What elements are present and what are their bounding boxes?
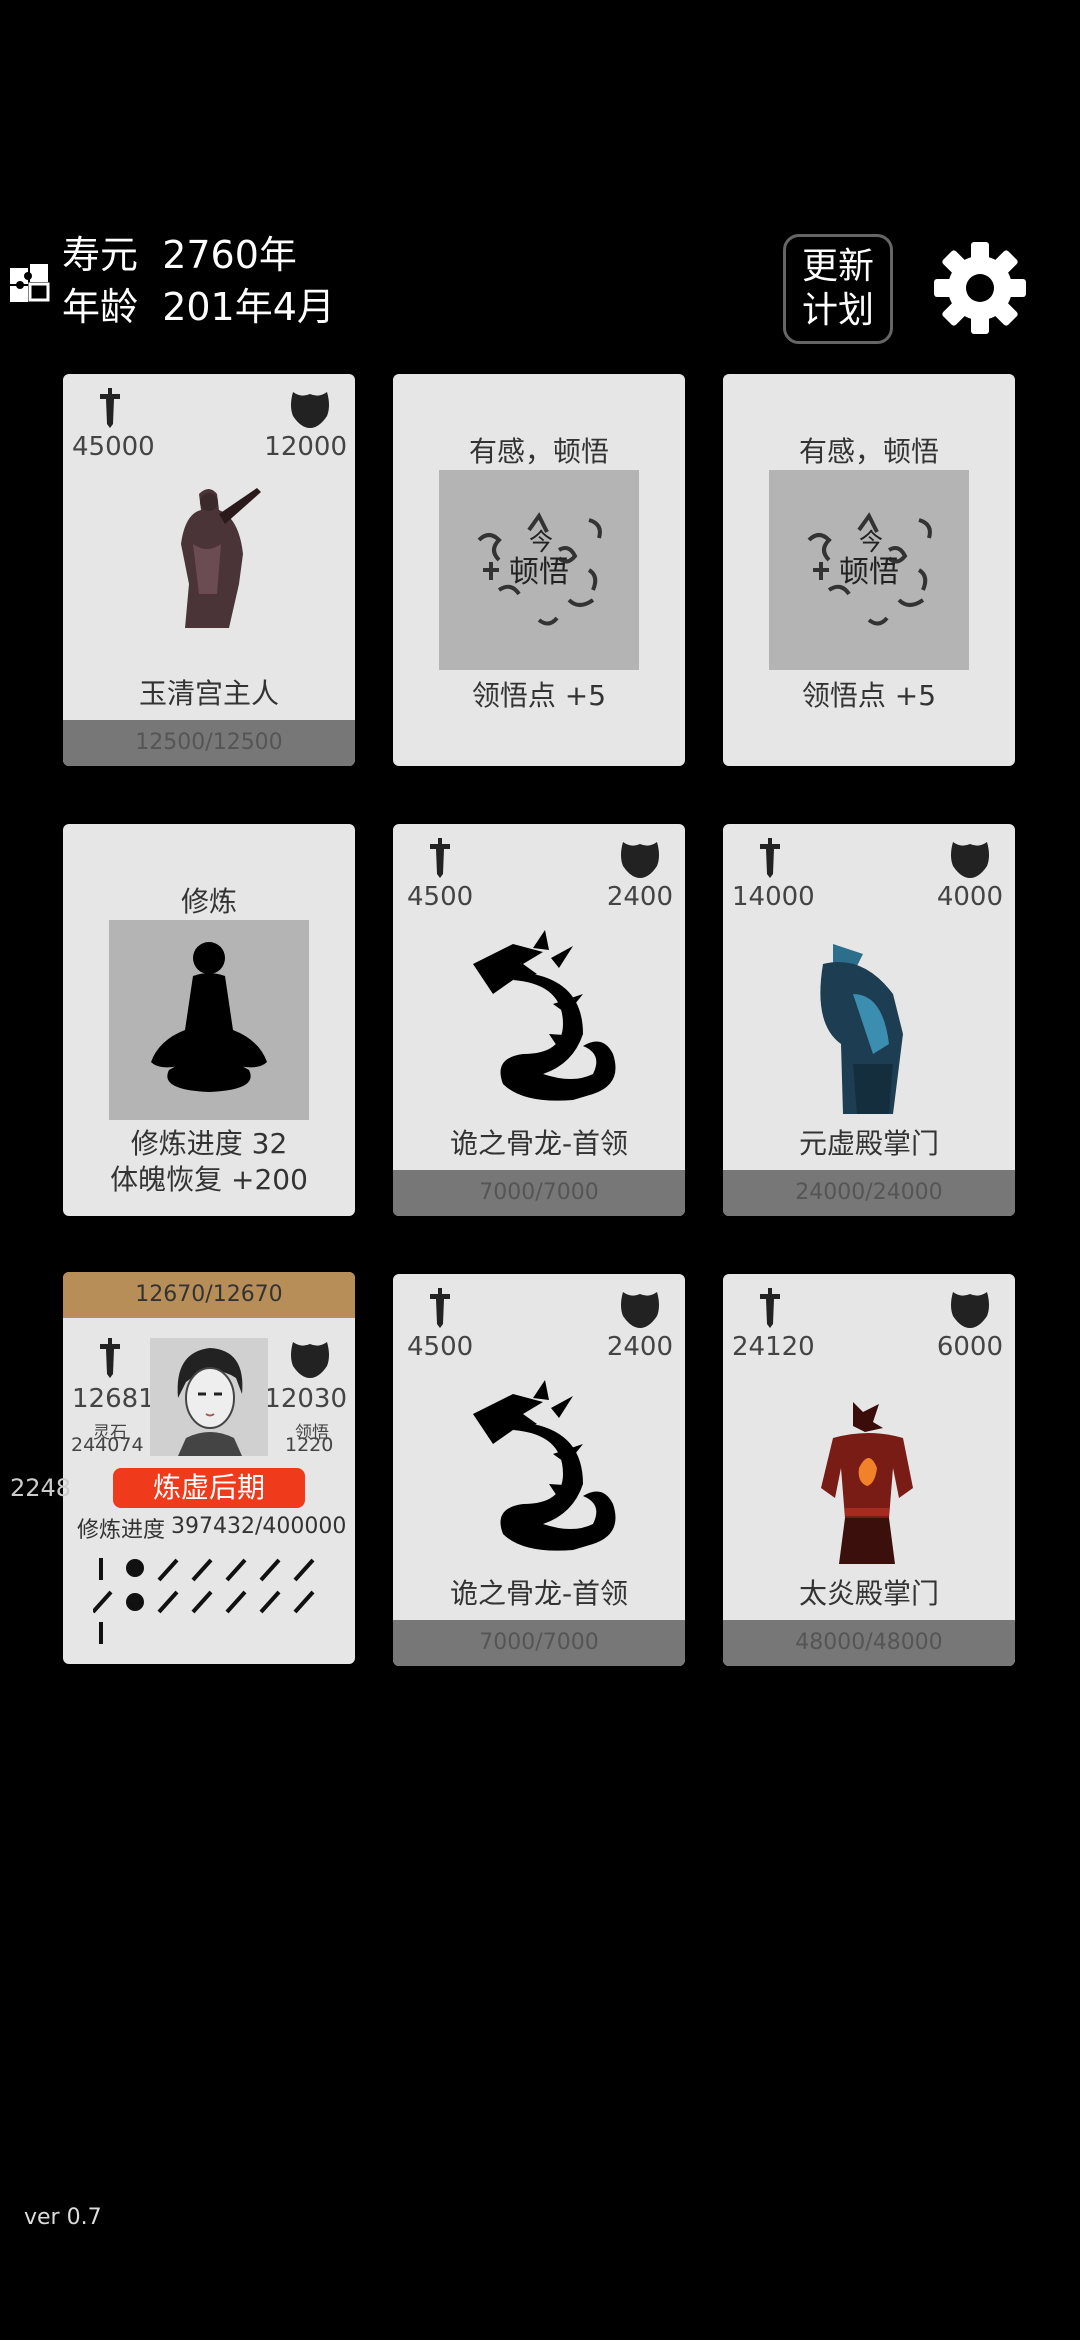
hp-bar: 48000/48000 (723, 1620, 1015, 1666)
attack-value: 45000 (72, 432, 155, 462)
bone-dragon-portrait (473, 930, 616, 1101)
svg-text:顿悟: 顿悟 (839, 555, 899, 590)
attack-value: 4500 (407, 882, 474, 912)
player-card[interactable]: 12670/12670 12681 12030 灵石 244074 领悟 122… (63, 1272, 355, 1664)
svg-text:顿悟: 顿悟 (509, 555, 569, 590)
cultivator-portrait (181, 488, 261, 628)
insight-card[interactable]: 有感，顿悟 顿悟 今 领悟点 +5 (393, 374, 685, 766)
shield-icon (951, 1292, 989, 1328)
cultivate-card[interactable]: 修炼 修炼进度 32 体魄恢复 +200 (63, 824, 355, 1216)
progress-value: 397432/400000 (171, 1514, 347, 1539)
update-plan-label: 更新 计划 (801, 246, 874, 331)
sword-icon (430, 1288, 450, 1328)
defense-value: 12030 (264, 1384, 347, 1414)
insight-effect: 领悟点 +5 (471, 679, 607, 712)
cultivate-title: 修炼 (180, 885, 237, 918)
avatar (150, 1338, 268, 1456)
version-label: ver 0.7 (24, 2205, 102, 2230)
shield-icon (621, 1292, 659, 1328)
lifespan-row: 寿元 2760年 (62, 232, 297, 278)
age-value: 201年4月 (162, 285, 335, 329)
cultivate-recover: 体魄恢复 +200 (110, 1163, 308, 1196)
side-number: 2248 (10, 1474, 72, 1502)
item-icons-grid (93, 1558, 315, 1644)
insight-effect: 领悟点 +5 (801, 679, 937, 712)
cultivate-progress: 修炼进度 32 (130, 1127, 288, 1160)
puzzle-icon[interactable] (8, 260, 52, 304)
svg-text:今: 今 (859, 528, 883, 556)
svg-text:今: 今 (529, 528, 553, 556)
enemy-card[interactable]: 14000 4000 元虚殿掌门 24000/24000 (723, 824, 1015, 1216)
insight-title: 有感，顿悟 (468, 435, 609, 468)
shield-icon (621, 842, 659, 878)
lifespan-value: 2760年 (162, 233, 297, 277)
stone-value: 244074 (71, 1434, 144, 1456)
flame-master-portrait (821, 1402, 913, 1564)
bone-dragon-portrait (473, 1380, 616, 1551)
insight-value: 1220 (285, 1434, 334, 1456)
sword-icon (430, 838, 450, 878)
enemy-card[interactable]: 45000 12000 玉清宫主人 12500/12500 (63, 374, 355, 766)
hp-bar: 12500/12500 (63, 720, 355, 766)
defense-value: 6000 (936, 1332, 1003, 1362)
gear-icon[interactable] (932, 240, 1028, 336)
sect-master-portrait (820, 944, 903, 1114)
meditation-image (109, 920, 309, 1120)
shield-icon (951, 842, 989, 878)
enemy-name: 太炎殿掌门 (798, 1577, 939, 1610)
sword-icon (760, 838, 780, 878)
player-hp-bar: 12670/12670 (63, 1272, 355, 1318)
hp-bar: 7000/7000 (393, 1170, 685, 1216)
sword-icon (760, 1288, 780, 1328)
insight-image: 顿悟 今 (769, 470, 969, 670)
enemy-name: 元虚殿掌门 (798, 1127, 939, 1160)
enemy-card[interactable]: 4500 2400 诡之骨龙-首领 7000/7000 (393, 1274, 685, 1666)
attack-value: 4500 (407, 1332, 474, 1362)
sword-icon (100, 1338, 120, 1378)
defense-value: 2400 (606, 882, 673, 912)
age-label: 年龄 (62, 285, 139, 329)
lifespan-label: 寿元 (62, 233, 139, 277)
update-plan-button[interactable]: 更新 计划 (783, 234, 893, 344)
enemy-name: 玉清宫主人 (138, 677, 279, 710)
insight-card[interactable]: 有感，顿悟 顿悟 今 领悟点 +5 (723, 374, 1015, 766)
attack-value: 14000 (732, 882, 815, 912)
hp-bar: 7000/7000 (393, 1620, 685, 1666)
enemy-name: 诡之骨龙-首领 (449, 1577, 629, 1610)
defense-value: 4000 (936, 882, 1003, 912)
shield-icon (291, 392, 329, 428)
insight-title: 有感，顿悟 (798, 435, 939, 468)
progress-label: 修炼进度 (77, 1518, 166, 1543)
attack-value: 12681 (72, 1384, 155, 1414)
age-row: 年龄 201年4月 (62, 284, 335, 330)
enemy-name: 诡之骨龙-首领 (449, 1127, 629, 1160)
insight-image: 顿悟 今 (439, 470, 639, 670)
enemy-card[interactable]: 24120 6000 太炎殿掌门 48000/48000 (723, 1274, 1015, 1666)
shield-icon (291, 1342, 329, 1378)
defense-value: 12000 (264, 432, 347, 462)
defense-value: 2400 (606, 1332, 673, 1362)
sword-icon (100, 388, 120, 428)
attack-value: 24120 (732, 1332, 815, 1362)
hp-bar: 24000/24000 (723, 1170, 1015, 1216)
enemy-card[interactable]: 4500 2400 诡之骨龙-首领 7000/7000 (393, 824, 685, 1216)
realm-badge: 炼虚后期 (113, 1468, 305, 1508)
